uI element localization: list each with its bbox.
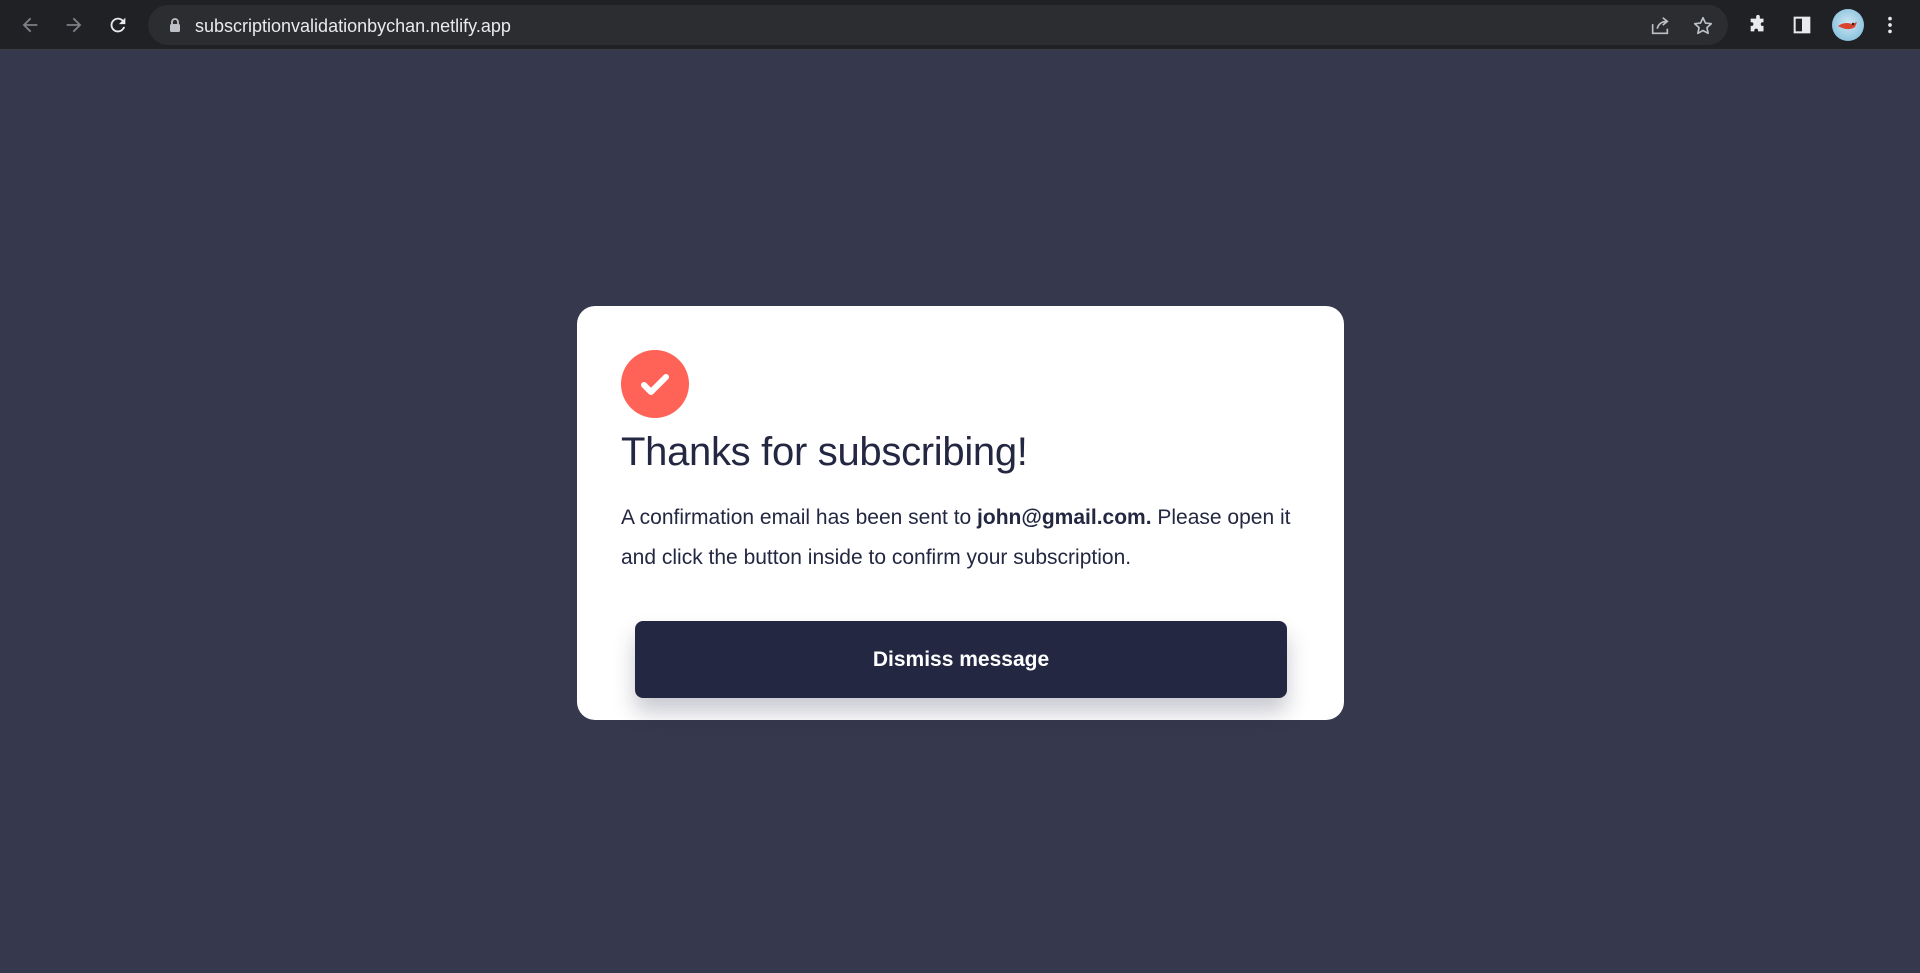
forward-button[interactable] (59, 10, 89, 40)
bookmark-button[interactable] (1691, 14, 1715, 38)
forward-arrow-icon (66, 17, 82, 33)
more-menu-icon (1888, 16, 1892, 34)
share-button[interactable] (1648, 14, 1672, 38)
url-text[interactable]: subscriptionvalidationbychan.netlify.app (195, 16, 511, 37)
reload-icon (110, 17, 126, 33)
share-icon (1651, 17, 1669, 35)
back-button[interactable] (15, 10, 45, 40)
avatar-image (1838, 22, 1857, 30)
star-icon (1693, 16, 1713, 35)
back-arrow-icon (22, 17, 38, 33)
dismiss-button[interactable]: Dismiss message (635, 621, 1287, 698)
check-circle-icon (621, 350, 689, 418)
success-card: Thanks for subscribing! A confirmation e… (577, 306, 1344, 720)
extensions-icon (1750, 14, 1764, 32)
reload-button[interactable] (103, 10, 133, 40)
side-panel-button[interactable] (1788, 11, 1816, 39)
message-text-before: A confirmation email has been sent to (621, 506, 978, 529)
browser-toolbar: subscriptionvalidationbychan.netlify.app (0, 0, 1920, 50)
profile-avatar[interactable] (1832, 9, 1864, 41)
email-address: john@gmail.com. (977, 506, 1152, 529)
more-menu-button[interactable] (1876, 11, 1904, 39)
confirmation-message: A confirmation email has been sent to jo… (621, 498, 1311, 578)
side-panel-icon (1793, 16, 1811, 34)
address-bar[interactable]: subscriptionvalidationbychan.netlify.app (148, 5, 1728, 45)
lock-icon (170, 18, 180, 32)
page-title: Thanks for subscribing! (621, 430, 1028, 474)
checkmark-icon (641, 374, 669, 395)
extensions-button[interactable] (1744, 11, 1772, 39)
